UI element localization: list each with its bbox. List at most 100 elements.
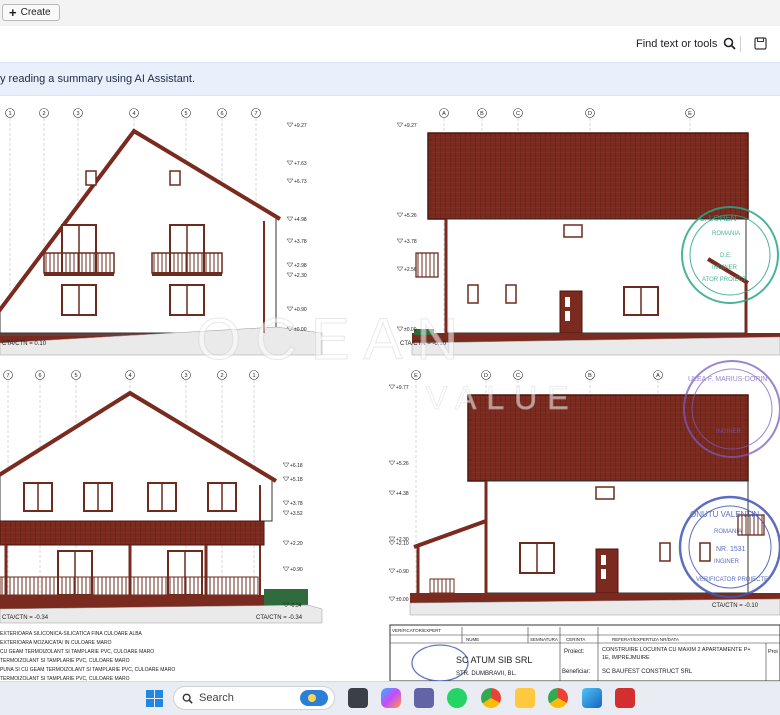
level-marker-icon — [282, 462, 290, 468]
axis-label: E — [688, 111, 692, 117]
pdf-document-view[interactable]: 1 2 3 4 5 6 7 +9.27 +7.63 +6.73 +4.98 +3.78 +2.98 +2… — [0, 97, 780, 681]
level-label: +4.38 — [396, 491, 409, 497]
stamp2-line1: ULEA F. MARIUS-DORIN — [688, 376, 767, 383]
tb-beneficiar-value: SC BAUFEST CONSTRUCT SRL — [602, 669, 693, 675]
axis-label: 4 — [132, 111, 135, 117]
file-explorer-icon[interactable] — [515, 688, 535, 708]
level-label: +4.98 — [294, 217, 307, 223]
level-marker-icon — [388, 536, 396, 542]
tb-proiect-label: Proiect: — [564, 649, 585, 655]
level-marker-icon — [286, 216, 294, 222]
stamp3-line3: NR. 1531 — [716, 546, 746, 553]
axis-label: 7 — [6, 373, 9, 379]
find-text-tools[interactable]: Find text or tools — [636, 37, 736, 50]
taskbar-search[interactable]: Search — [173, 686, 335, 710]
legend-note-line: TERMOIZOLANT SI TAMPLARIE PVC, CULOARE M… — [0, 658, 130, 664]
axis-label: 2 — [42, 111, 45, 117]
axis-label: B — [480, 111, 484, 117]
stamp3-line1: ONUTU VALENTIN — [690, 510, 759, 519]
level-marker-icon — [388, 596, 396, 602]
level-marker-icon — [286, 238, 294, 244]
acrobat-icon[interactable] — [615, 688, 635, 708]
photos-icon[interactable] — [582, 688, 602, 708]
chrome-icon[interactable] — [481, 688, 501, 708]
watermark-line2: VALUE — [426, 380, 579, 416]
level-label: +3.78 — [294, 239, 307, 245]
level-marker-icon — [286, 160, 294, 166]
level-label: +5.26 — [404, 213, 417, 219]
level-label: +9.77 — [396, 385, 409, 391]
stamp1-line3: D.E. — [720, 253, 732, 259]
toolbar-divider — [740, 36, 741, 52]
level-label: +3.78 — [404, 239, 417, 245]
cta-label-br: CTA/CTN = -0.10 — [712, 603, 759, 609]
stamp3-line5: VERIFICATOR PROIECTE — [696, 577, 768, 583]
search-placeholder: Search — [199, 692, 234, 704]
architectural-drawing: 1 2 3 4 5 6 7 +9.27 +7.63 +6.73 +4.98 +3.78 +2.98 +2… — [0, 108, 780, 681]
level-marker-icon — [282, 476, 290, 482]
tb-beneficiar-label: Beneficiar: — [562, 669, 591, 675]
tb-header-cerinta: CERINTA — [566, 637, 585, 642]
axis-label: D — [484, 373, 488, 379]
level-marker-icon — [396, 122, 404, 128]
tb-proiect-value: CONSTRUIRE LOCUINTA CU MAXIM 2 APARTAMEN… — [602, 647, 751, 653]
tb-header-semnatura: SEMNATURA — [530, 637, 558, 642]
find-label: Find text or tools — [636, 37, 718, 50]
stamp2-line2: INGINER — [716, 429, 742, 435]
level-marker-icon — [286, 178, 294, 184]
axis-label: 3 — [76, 111, 79, 117]
watermark-line1: OCEAN — [196, 307, 472, 372]
level-marker-icon — [282, 566, 290, 572]
level-marker-icon — [396, 212, 404, 218]
level-label: +0.90 — [290, 567, 303, 573]
level-marker-icon — [388, 490, 396, 496]
axis-label: C — [516, 373, 520, 379]
level-label: ±0.00 — [396, 597, 409, 603]
title-block: VERIFICATOR/EXPERT NUME SEMNATURA CERINT… — [389, 624, 780, 681]
cta-label-bl: CTA/CTN = -0.34 — [2, 615, 49, 621]
save-icon[interactable] — [754, 37, 767, 50]
windows-start-icon[interactable] — [146, 690, 163, 707]
level-label: +3.52 — [290, 511, 303, 517]
legend-note-line: PUNA SI CU GEAM TERMOIZOLANT SI TAMPLARI… — [0, 667, 175, 673]
title-bar: + Create — [0, 0, 780, 27]
axis-label: 3 — [184, 373, 187, 379]
windows-taskbar: Search — [0, 681, 780, 715]
axis-label: 1 — [8, 111, 11, 117]
create-label: Create — [20, 7, 51, 18]
level-label: +9.27 — [404, 123, 417, 129]
stamp1-line5: ATOR PROIECT — [702, 277, 747, 283]
level-marker-icon — [396, 238, 404, 244]
axis-label: B — [588, 373, 592, 379]
calculator-icon[interactable] — [348, 688, 368, 708]
level-label: +0.90 — [396, 569, 409, 575]
axis-label: 5 — [184, 111, 187, 117]
level-label: +7.63 — [294, 161, 307, 167]
tb-pr-label: Proi — [768, 649, 778, 655]
create-button[interactable]: + Create — [2, 4, 60, 21]
chrome-icon-2[interactable] — [548, 688, 568, 708]
teams-icon[interactable] — [414, 688, 434, 708]
level-marker-icon — [388, 460, 396, 466]
tb-header-referat: REFERAT/EXPERTIZA NR/DATA — [612, 637, 679, 642]
tb-company: SC ATUM SIB SRL — [456, 655, 532, 665]
level-label: +2.98 — [294, 263, 307, 269]
stamp1-line1: L. LOHEN — [700, 214, 737, 223]
level-label: +2.56 — [404, 267, 417, 273]
axis-label: E — [414, 373, 418, 379]
axis-label: 6 — [220, 111, 223, 117]
copilot-icon[interactable] — [381, 688, 401, 708]
level-label: +6.18 — [290, 463, 303, 469]
level-marker-icon — [388, 540, 396, 546]
legend-notes: EXTERIOARA SILICONICA-SILICATICA FINA CU… — [0, 631, 175, 681]
level-label: +6.73 — [294, 179, 307, 185]
whatsapp-icon[interactable] — [447, 688, 467, 708]
ai-assistant-banner: y reading a summary using AI Assistant. — [0, 62, 780, 96]
axis-label: D — [588, 111, 592, 117]
level-label: -0.34 — [290, 603, 302, 609]
axis-label: A — [656, 373, 660, 379]
level-marker-icon — [388, 568, 396, 574]
search-highlight-icon — [300, 690, 328, 706]
axis-label: 4 — [128, 373, 131, 379]
tb-header-verificator: VERIFICATOR/EXPERT — [392, 628, 441, 633]
